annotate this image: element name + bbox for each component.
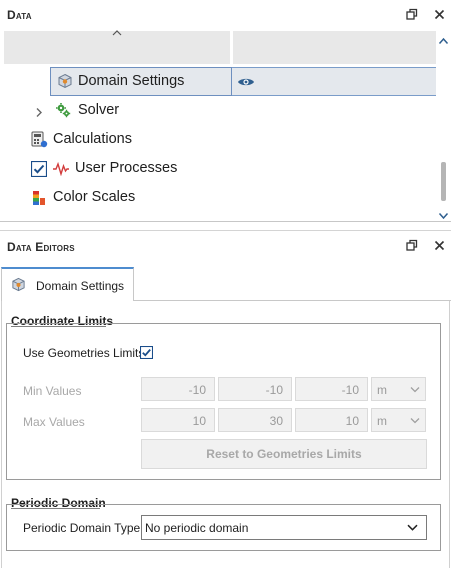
- close-icon[interactable]: [432, 238, 446, 252]
- data-editors-title: Data Editors: [7, 240, 75, 254]
- sort-ascending-icon: [112, 30, 122, 36]
- use-geometries-label: Use Geometries Limits: [23, 346, 145, 360]
- chevron-down-icon: [407, 524, 418, 531]
- float-window-icon[interactable]: [405, 238, 419, 252]
- select-value: No periodic domain: [145, 521, 249, 535]
- color-scales-icon: [32, 190, 47, 211]
- column-header-name[interactable]: [4, 30, 230, 64]
- periodic-domain-type-label: Periodic Domain Type: [23, 521, 141, 535]
- data-panel: Data Domain Settings Solver Calculations…: [0, 0, 451, 222]
- unit-value: m: [377, 414, 387, 428]
- min-x-field[interactable]: -10: [141, 377, 215, 401]
- max-y-field[interactable]: 30: [218, 408, 292, 432]
- reset-to-geometries-button[interactable]: Reset to Geometries Limits: [141, 439, 427, 469]
- max-x-field[interactable]: 10: [141, 408, 215, 432]
- min-unit-select[interactable]: m: [371, 377, 426, 401]
- scroll-up-icon[interactable]: [438, 32, 449, 50]
- gears-icon: [55, 102, 71, 123]
- tree-item-label: Color Scales: [53, 189, 136, 205]
- tree-item-solver[interactable]: Solver: [0, 96, 436, 125]
- tree-item-label: Calculations: [53, 131, 132, 147]
- float-window-icon[interactable]: [405, 7, 419, 21]
- max-values-label: Max Values: [23, 415, 85, 429]
- calculator-icon: [31, 131, 48, 153]
- tree-scrollbar[interactable]: [436, 31, 451, 221]
- data-editors-header: Data Editors: [0, 231, 451, 261]
- eye-icon[interactable]: [237, 75, 255, 93]
- tree-item-color-scales[interactable]: Color Scales: [0, 183, 436, 212]
- min-values-label: Min Values: [23, 384, 82, 398]
- tree-item-domain-settings[interactable]: Domain Settings: [50, 67, 436, 96]
- data-panel-title: Data: [7, 8, 32, 22]
- tree-item-calculations[interactable]: Calculations: [0, 125, 436, 154]
- tree-item-label: User Processes: [75, 160, 178, 176]
- unit-value: m: [377, 383, 387, 397]
- max-unit-select[interactable]: m: [371, 408, 426, 432]
- chevron-down-icon: [410, 387, 420, 393]
- tab-label: Domain Settings: [36, 279, 125, 293]
- chevron-down-icon: [410, 418, 420, 424]
- min-z-field[interactable]: -10: [295, 377, 368, 401]
- close-icon[interactable]: [432, 7, 446, 21]
- checkbox-checked-icon[interactable]: [30, 160, 48, 182]
- scroll-down-icon[interactable]: [438, 207, 449, 225]
- waveform-icon: [52, 161, 70, 181]
- column-header-visibility[interactable]: [233, 31, 436, 64]
- tree-item-user-processes[interactable]: User Processes: [0, 154, 436, 183]
- tab-domain-settings[interactable]: Domain Settings: [1, 267, 134, 301]
- domain-box-icon: [11, 277, 26, 297]
- data-panel-header: Data: [0, 0, 451, 30]
- min-y-field[interactable]: -10: [218, 377, 292, 401]
- domain-box-icon: [57, 73, 73, 94]
- data-editors-panel: Data Editors Domain Settings Coordinate …: [0, 230, 451, 568]
- tree-item-label: Domain Settings: [78, 73, 185, 89]
- periodic-domain-type-select[interactable]: No periodic domain: [141, 515, 427, 540]
- use-geometries-checkbox[interactable]: [139, 345, 154, 364]
- tree-item-label: Solver: [78, 102, 120, 118]
- chevron-right-icon[interactable]: [35, 105, 43, 123]
- scroll-thumb[interactable]: [441, 162, 446, 201]
- max-z-field[interactable]: 10: [295, 408, 368, 432]
